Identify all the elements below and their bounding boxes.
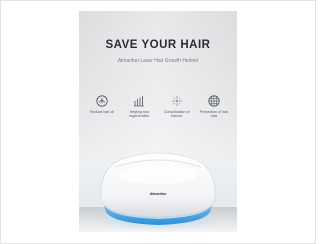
hair-strands-icon	[122, 94, 156, 107]
feature-caption: Prevention of hair loss	[199, 110, 229, 119]
poster-headline: SAVE YOUR HAIR	[105, 39, 211, 51]
feature-item: Consolidation of haircut	[160, 94, 194, 119]
helmet-brand-mark: Almanfun	[149, 192, 167, 196]
poster-subline: Almanfun Laser Hair Growth Helmet	[117, 58, 199, 64]
feature-caption: Reduce hair oil	[90, 110, 114, 114]
feature-row: Reduce hair oil Helping hair regeneratio…	[85, 94, 231, 119]
product-poster: SAVE YOUR HAIR Almanfun Laser Hair Growt…	[79, 11, 237, 232]
feature-caption: Consolidation of haircut	[163, 110, 190, 119]
feature-item: Helping hair regeneration	[122, 94, 156, 119]
dots-burst-icon	[160, 94, 194, 107]
feature-item: Prevention of hair loss	[197, 94, 231, 119]
feature-item: Reduce hair oil	[85, 94, 119, 119]
grid-globe-icon	[197, 94, 231, 107]
laser-helmet-image	[96, 152, 220, 231]
feature-caption: Helping hair regeneration	[129, 110, 150, 119]
hair-follicle-icon	[85, 94, 119, 107]
